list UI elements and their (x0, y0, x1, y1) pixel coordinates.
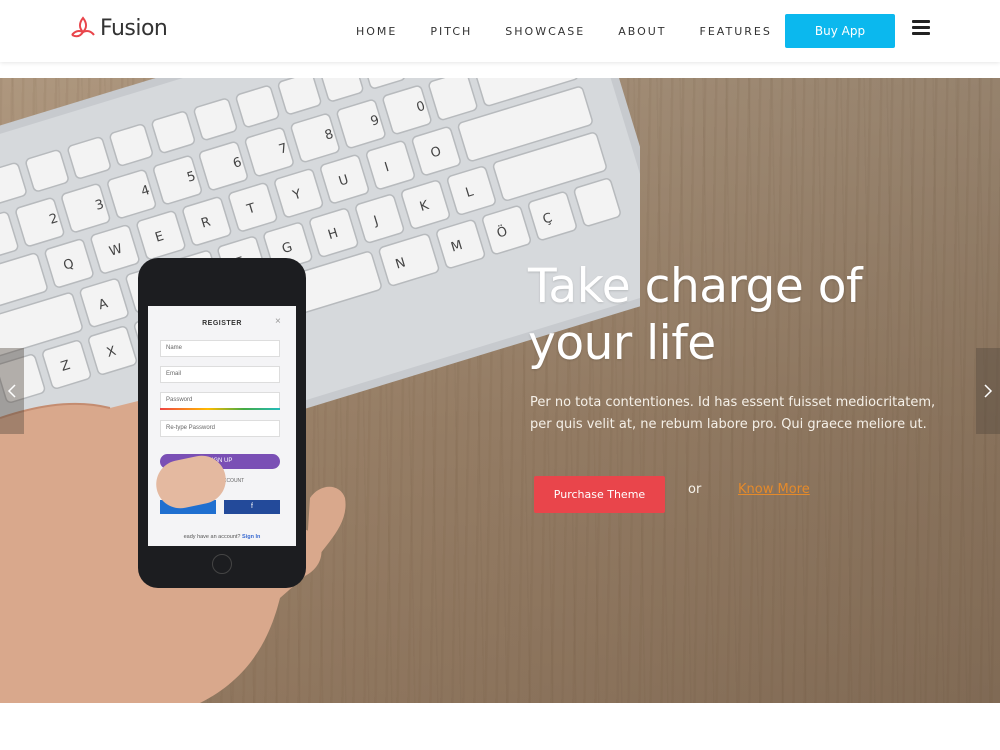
close-icon: × (275, 316, 281, 327)
password-strength-bar (160, 408, 280, 410)
hero-title-line2: your life (528, 316, 716, 371)
main-nav: HOME PITCH SHOWCASE ABOUT FEATURES (356, 0, 805, 62)
hero-title: Take charge of your life (528, 258, 908, 372)
signin-prompt: eady have an account? Sign In (183, 534, 261, 540)
name-field: Name (160, 340, 280, 357)
hero-description: Per no tota contentiones. Id has essent … (530, 395, 936, 432)
slider-next-button[interactable] (976, 348, 1000, 434)
password-field: Password (160, 392, 280, 409)
facebook-button: f (224, 500, 280, 514)
nav-item-pitch[interactable]: PITCH (430, 25, 472, 38)
phone-screen: REGISTER × Name Email Password Re-type P… (148, 306, 296, 546)
leaf-logo-icon (71, 16, 95, 38)
purchase-theme-button[interactable]: Purchase Theme (534, 476, 665, 513)
nav-item-features[interactable]: FEATURES (700, 25, 772, 38)
retype-password-field: Re-type Password (160, 420, 280, 437)
email-field: Email (160, 366, 280, 383)
logo-link[interactable]: Fusion (70, 13, 168, 43)
or-separator: or (688, 482, 702, 497)
phone-home-button (212, 554, 232, 574)
nav-item-showcase[interactable]: SHOWCASE (505, 25, 585, 38)
chevron-left-icon (7, 384, 16, 398)
register-title: REGISTER (202, 320, 242, 327)
buy-app-button[interactable]: Buy App (785, 14, 895, 48)
site-header: Fusion HOME PITCH SHOWCASE ABOUT FEATURE… (0, 0, 1000, 62)
slider-prev-button[interactable] (0, 348, 24, 434)
chevron-right-icon (984, 384, 993, 398)
hero-title-line1: Take charge of (528, 259, 863, 314)
know-more-link[interactable]: Know More (738, 482, 810, 497)
nav-item-home[interactable]: HOME (356, 25, 397, 38)
hero-slider: 234567890 QWERTYUIO ASDFGHJKL ZXCNMÖÇ RE… (0, 78, 1000, 703)
logo-text: Fusion (100, 15, 168, 41)
hamburger-menu-icon[interactable] (912, 20, 930, 36)
nav-item-about[interactable]: ABOUT (618, 25, 666, 38)
